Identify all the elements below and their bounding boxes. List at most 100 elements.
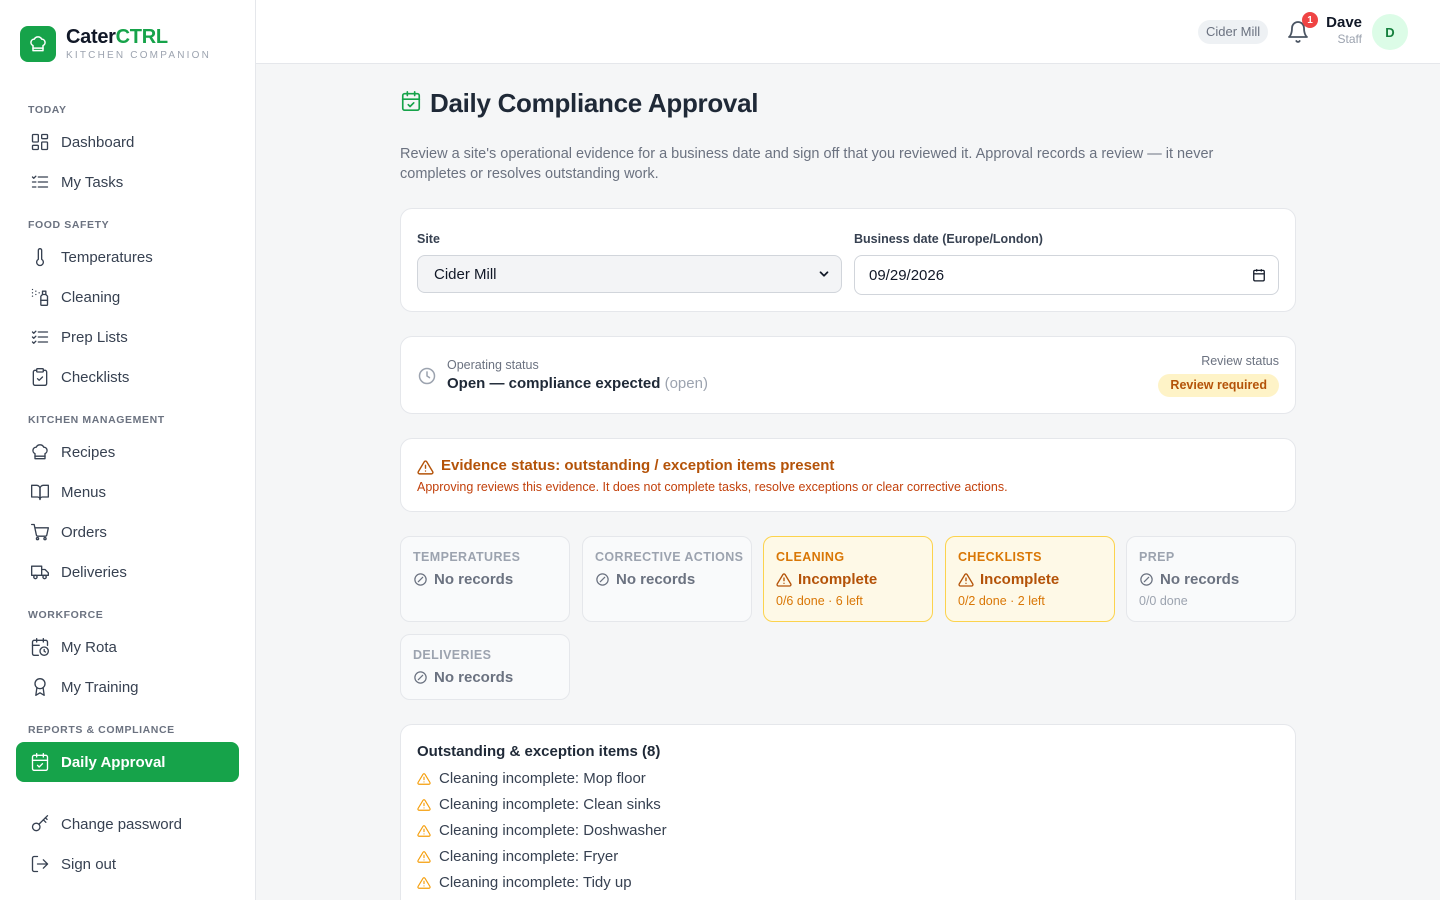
list-item: Cleaning incomplete: Mop floor bbox=[417, 770, 646, 787]
tile-status: Incomplete bbox=[958, 571, 1059, 588]
sidebar-item-label: Sign out bbox=[61, 855, 117, 873]
page-header: Daily Compliance Approval bbox=[400, 88, 758, 119]
sidebar-item-label: Menus bbox=[61, 483, 107, 501]
sidebar-item-dashboard[interactable]: Dashboard bbox=[16, 122, 239, 162]
operating-status-value: Open — compliance expected (open) bbox=[447, 375, 708, 392]
spray-icon bbox=[30, 287, 50, 307]
tile-deliveries[interactable]: DELIVERIES No records bbox=[400, 634, 570, 700]
sidebar-item-label: Cleaning bbox=[61, 288, 121, 306]
dashboard-icon bbox=[30, 132, 50, 152]
sidebar-item-sign-out[interactable]: Sign out bbox=[16, 844, 239, 884]
book-icon bbox=[30, 482, 50, 502]
sidebar-item-label: Orders bbox=[61, 523, 107, 541]
site-select[interactable]: Cider Mill bbox=[417, 255, 842, 293]
sidebar: CaterCTRL KITCHEN COMPANION TODAY Dashbo… bbox=[0, 0, 256, 900]
brand[interactable]: CaterCTRL KITCHEN COMPANION bbox=[20, 25, 211, 62]
tile-status: No records bbox=[1139, 571, 1239, 588]
sidebar-item-prep-lists[interactable]: Prep Lists bbox=[16, 317, 239, 357]
tile-label: TEMPERATURES bbox=[413, 550, 521, 564]
user-role: Staff bbox=[1337, 32, 1362, 46]
tile-label: CORRECTIVE ACTIONS bbox=[595, 550, 744, 564]
date-label: Business date (Europe/London) bbox=[854, 232, 1043, 246]
tile-status: No records bbox=[413, 669, 513, 686]
chef-hat-logo-icon bbox=[20, 25, 56, 62]
sidebar-item-label: Recipes bbox=[61, 443, 116, 461]
tile-temperatures[interactable]: TEMPERATURES No records bbox=[400, 536, 570, 622]
tile-checklists[interactable]: CHECKLISTS Incomplete 0/2 done · 2 left bbox=[945, 536, 1115, 622]
sidebar-item-label: My Tasks bbox=[61, 173, 124, 191]
sidebar-item-checklists[interactable]: Checklists bbox=[16, 357, 239, 397]
chef-hat-icon bbox=[30, 442, 50, 462]
cart-icon bbox=[30, 522, 50, 542]
tile-label: CHECKLISTS bbox=[958, 550, 1042, 564]
nav-section-kitchen-management: KITCHEN MANAGEMENT bbox=[28, 414, 165, 426]
nav-section-reports-compliance: REPORTS & COMPLIANCE bbox=[28, 724, 175, 736]
key-icon bbox=[30, 814, 50, 834]
notification-count-badge: 1 bbox=[1302, 12, 1318, 28]
topbar: Cider Mill 1 Dave Staff D bbox=[256, 0, 1440, 64]
warning-icon bbox=[417, 772, 431, 786]
page-title: Daily Compliance Approval bbox=[430, 88, 759, 118]
brand-name: CaterCTRL bbox=[66, 26, 168, 48]
calendar-picker-icon[interactable] bbox=[1252, 268, 1266, 286]
sidebar-item-change-password[interactable]: Change password bbox=[16, 804, 239, 844]
avatar[interactable]: D bbox=[1372, 14, 1408, 50]
business-date-input[interactable]: 09/29/2026 bbox=[854, 255, 1279, 295]
list-item: Cleaning incomplete: Clean sinks bbox=[417, 796, 661, 813]
tile-cleaning[interactable]: CLEANING Incomplete 0/6 done · 6 left bbox=[763, 536, 933, 622]
tile-corrective-actions[interactable]: CORRECTIVE ACTIONS No records bbox=[582, 536, 752, 622]
warning-icon bbox=[417, 824, 431, 838]
tile-label: CLEANING bbox=[776, 550, 845, 564]
sign-out-icon bbox=[30, 854, 50, 874]
sidebar-item-my-training[interactable]: My Training bbox=[16, 667, 239, 707]
sidebar-item-menus[interactable]: Menus bbox=[16, 472, 239, 512]
calendar-clock-icon bbox=[30, 637, 50, 657]
list-item: Cleaning incomplete: Doshwasher bbox=[417, 822, 667, 839]
clock-icon bbox=[417, 366, 437, 391]
warning-icon bbox=[417, 850, 431, 864]
calendar-check-icon bbox=[400, 90, 422, 117]
sidebar-item-my-tasks[interactable]: My Tasks bbox=[16, 162, 239, 202]
brand-subtitle: KITCHEN COMPANION bbox=[66, 50, 211, 61]
outstanding-items-title: Outstanding & exception items (8) bbox=[417, 743, 661, 760]
sidebar-item-label: My Training bbox=[61, 678, 139, 696]
sidebar-item-deliveries[interactable]: Deliveries bbox=[16, 552, 239, 592]
clipboard-check-icon bbox=[30, 367, 50, 387]
sidebar-item-temperatures[interactable]: Temperatures bbox=[16, 237, 239, 277]
review-status-badge: Review required bbox=[1158, 374, 1279, 397]
sidebar-item-label: Deliveries bbox=[61, 563, 127, 581]
nav-section-food-safety: FOOD SAFETY bbox=[28, 219, 110, 231]
operating-status-code: (open) bbox=[664, 375, 708, 392]
warning-icon bbox=[417, 876, 431, 890]
tile-prep[interactable]: PREP No records 0/0 done bbox=[1126, 536, 1296, 622]
tile-label: PREP bbox=[1139, 550, 1175, 564]
user-name: Dave bbox=[1326, 14, 1362, 31]
tile-status: No records bbox=[595, 571, 695, 588]
sidebar-item-recipes[interactable]: Recipes bbox=[16, 432, 239, 472]
warning-icon bbox=[417, 459, 434, 481]
tile-status: Incomplete bbox=[776, 571, 877, 588]
tasks-icon bbox=[30, 172, 50, 192]
warning-icon bbox=[417, 798, 431, 812]
current-site-badge[interactable]: Cider Mill bbox=[1198, 20, 1269, 44]
thermometer-icon bbox=[30, 247, 50, 267]
operating-status-label: Operating status bbox=[447, 358, 539, 372]
evidence-status-title: Evidence status: outstanding / exception… bbox=[441, 457, 835, 474]
sidebar-item-daily-approval[interactable]: Daily Approval bbox=[16, 742, 239, 782]
chevron-down-icon bbox=[817, 267, 831, 285]
tile-sub: 0/2 done · 2 left bbox=[958, 594, 1045, 608]
evidence-status-card: Evidence status: outstanding / exception… bbox=[400, 438, 1296, 512]
review-status-label: Review status bbox=[1201, 354, 1279, 368]
list-check-icon bbox=[30, 327, 50, 347]
sidebar-item-orders[interactable]: Orders bbox=[16, 512, 239, 552]
sidebar-item-cleaning[interactable]: Cleaning bbox=[16, 277, 239, 317]
truck-icon bbox=[30, 562, 50, 582]
sidebar-item-my-rota[interactable]: My Rota bbox=[16, 627, 239, 667]
evidence-status-note: Approving reviews this evidence. It does… bbox=[417, 480, 1008, 494]
circle-check-icon bbox=[595, 572, 610, 587]
tile-status: No records bbox=[413, 571, 513, 588]
sidebar-item-label: Prep Lists bbox=[61, 328, 128, 346]
page-description: Review a site's operational evidence for… bbox=[400, 146, 1214, 182]
sidebar-item-label: Dashboard bbox=[61, 133, 135, 151]
warning-icon bbox=[776, 572, 792, 588]
